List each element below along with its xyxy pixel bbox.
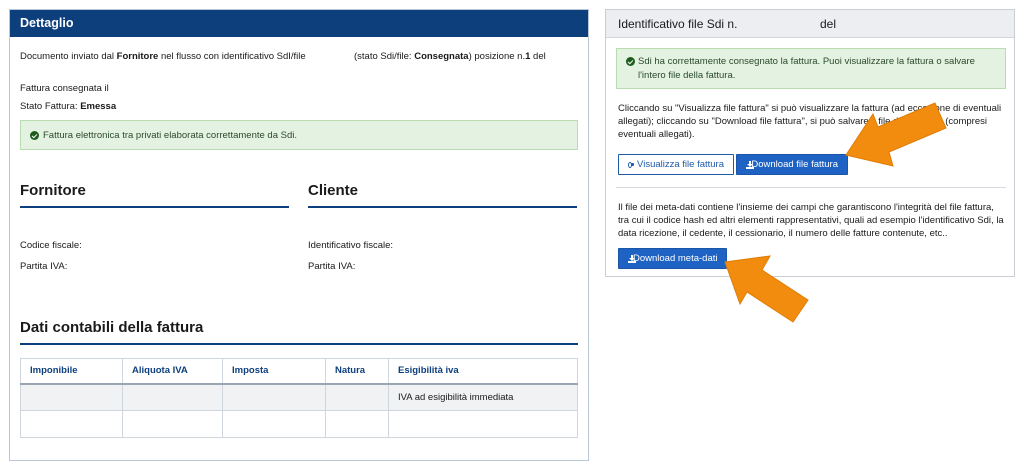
arrow-pointer-icon	[845, 102, 947, 167]
arrow-pointer-icon	[724, 255, 809, 323]
annotation-arrows	[724, 102, 947, 323]
